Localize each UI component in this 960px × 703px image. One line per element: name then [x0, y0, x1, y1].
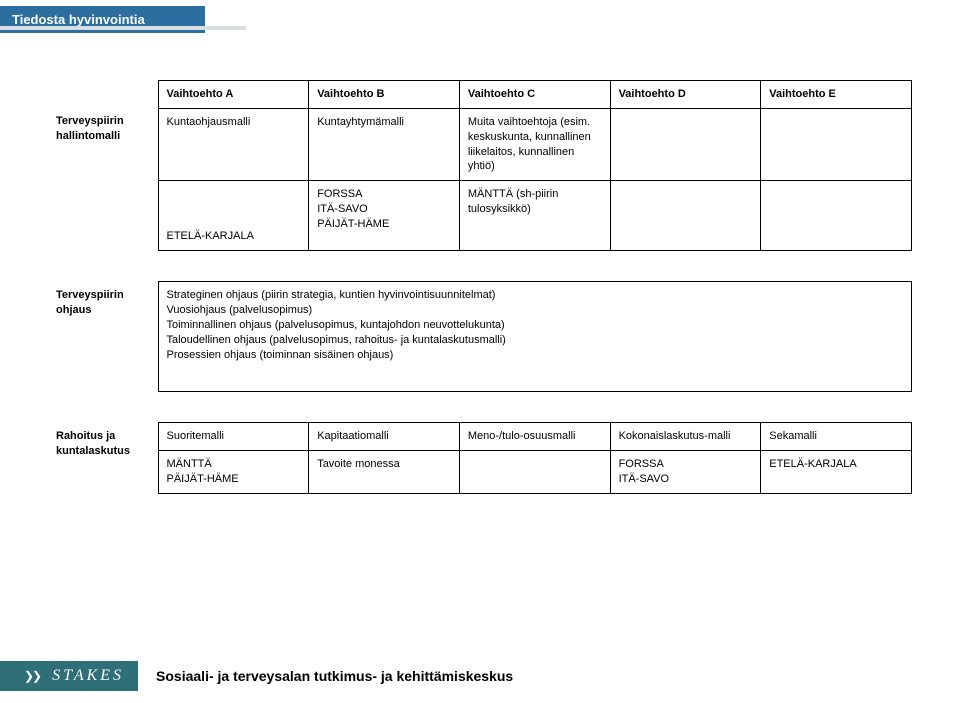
table-row: ETELÄ-KARJALA FORSSA ITÄ-SAVO PÄIJÄT-HÄM… [48, 181, 912, 251]
row-label: Rahoitus ja kuntalaskutus [48, 423, 158, 494]
table-rahoitus: Rahoitus ja kuntalaskutus Suoritemalli K… [48, 422, 912, 494]
col-header: Vaihtoehto B [309, 81, 460, 109]
table-cell: Tavoite monessa [309, 451, 460, 494]
table-cell [761, 181, 912, 251]
table-cell [459, 451, 610, 494]
table-cell: ETELÄ-KARJALA [761, 451, 912, 494]
table-row: Terveyspiirin hallintomalli Kuntaohjausm… [48, 108, 912, 180]
header-tab-label: Tiedosta hyvinvointia [12, 12, 145, 27]
table-hallintomalli: Vaihtoehto A Vaihtoehto B Vaihtoehto C V… [48, 80, 912, 251]
table-cell: Kokonaislaskutus-malli [610, 423, 761, 451]
table-cell: FORSSA ITÄ-SAVO PÄIJÄT-HÄME [309, 181, 460, 251]
table-cell: Suoritemalli [158, 423, 309, 451]
footer-text: Sosiaali- ja terveysalan tutkimus- ja ke… [156, 668, 513, 684]
table-cell [610, 108, 761, 180]
table-row: Rahoitus ja kuntalaskutus Suoritemalli K… [48, 423, 912, 451]
table-cell: MÄNTTÄ PÄIJÄT-HÄME [158, 451, 309, 494]
col-header: Vaihtoehto C [459, 81, 610, 109]
table-header-row: Vaihtoehto A Vaihtoehto B Vaihtoehto C V… [48, 81, 912, 109]
chevron-icon [24, 667, 46, 685]
table-cell: Kuntaohjausmalli [158, 108, 309, 180]
table-cell: MÄNTTÄ (sh-piirin tulosyksikkö) [459, 181, 610, 251]
table-cell [610, 181, 761, 251]
table-cell-merged: Strateginen ohjaus (piirin strategia, ku… [158, 282, 912, 392]
table-cell: ETELÄ-KARJALA [158, 181, 309, 251]
table-cell: FORSSA ITÄ-SAVO [610, 451, 761, 494]
table-cell: Kapitaatiomalli [309, 423, 460, 451]
footer: STAKES Sosiaali- ja terveysalan tutkimus… [0, 659, 960, 693]
table-row: MÄNTTÄ PÄIJÄT-HÄME Tavoite monessa FORSS… [48, 451, 912, 494]
table-cell: Muita vaihtoehtoja (esim. keskuskunta, k… [459, 108, 610, 180]
row-label: Terveyspiirin ohjaus [48, 282, 158, 392]
content-area: Vaihtoehto A Vaihtoehto B Vaihtoehto C V… [48, 80, 912, 494]
table-cell [761, 108, 912, 180]
table-cell: Meno-/tulo-osuusmalli [459, 423, 610, 451]
table-ohjaus: Terveyspiirin ohjaus Strateginen ohjaus … [48, 281, 912, 392]
col-header: Vaihtoehto D [610, 81, 761, 109]
row-label: Terveyspiirin hallintomalli [48, 108, 158, 250]
col-header: Vaihtoehto A [158, 81, 309, 109]
header-tab-shadow [0, 26, 246, 30]
footer-logo-text: STAKES [52, 667, 124, 685]
table-cell: Sekamalli [761, 423, 912, 451]
footer-logo: STAKES [0, 661, 138, 691]
col-header: Vaihtoehto E [761, 81, 912, 109]
table-cell: Kuntayhtymämalli [309, 108, 460, 180]
table-row: Terveyspiirin ohjaus Strateginen ohjaus … [48, 282, 912, 392]
